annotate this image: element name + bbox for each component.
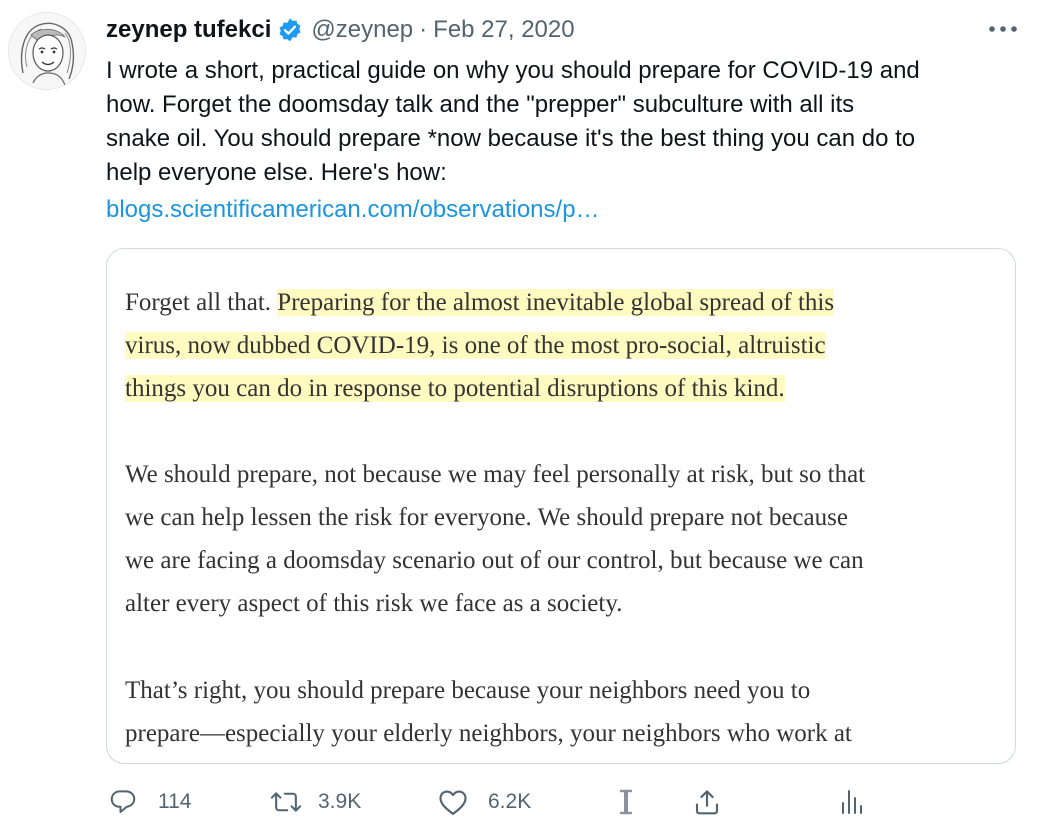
share-icon (692, 787, 722, 817)
retweet-button[interactable]: 3.9K (270, 782, 361, 822)
more-options-icon[interactable] (983, 14, 1023, 44)
share-button[interactable] (692, 782, 722, 822)
article-line: Forget all that. Preparing for the almos… (125, 281, 1005, 324)
heart-icon (438, 788, 468, 816)
reply-icon (108, 787, 138, 817)
article-line: prepare—especially your elderly neighbor… (125, 720, 852, 747)
retweet-count: 3.9K (318, 790, 362, 813)
article-line: We should prepare, not because we may fe… (125, 461, 866, 488)
separator-dot: · (419, 16, 428, 43)
analytics-icon (840, 787, 864, 817)
highlighted-text: Preparing for the almost inevitable glob… (277, 289, 835, 316)
article-paragraph-1: Forget all that. Preparing for the almos… (125, 281, 1005, 410)
reply-button[interactable]: 114 (108, 782, 191, 822)
highlighted-text: virus, now dubbed COVID-19, is one of th… (125, 332, 826, 359)
avatar[interactable] (8, 12, 86, 90)
retweet-icon (270, 787, 302, 817)
tweet-text-line: how. Forget the doomsday talk and the "p… (106, 91, 855, 118)
highlighted-text: things you can do in response to potenti… (125, 375, 785, 402)
author-handle[interactable]: @zeynep (311, 16, 413, 44)
tweet-text-line: snake oil. You should prepare *now becau… (106, 125, 916, 152)
article-paragraph-3: That’s right, you should prepare because… (125, 669, 1005, 755)
tweet-header: zeynep tufekci @zeynep · Feb 27, 2020 (106, 14, 575, 46)
reply-count: 114 (158, 790, 192, 813)
tweet[interactable]: zeynep tufekci @zeynep · Feb 27, 2020 I … (0, 0, 1063, 838)
article-line: things you can do in response to potenti… (125, 367, 1005, 410)
instapaper-icon (618, 787, 634, 817)
instapaper-button[interactable] (618, 782, 634, 822)
tweet-text: I wrote a short, practical guide on why … (106, 54, 1026, 190)
avatar-sketch-icon (9, 13, 85, 89)
article-paragraph-2: We should prepare, not because we may fe… (125, 453, 1005, 625)
tweet-text-line: help everyone else. Here's how: (106, 159, 447, 186)
quoted-article-screenshot[interactable]: Forget all that. Preparing for the almos… (106, 248, 1016, 764)
like-count: 6.2K (488, 790, 532, 813)
article-line: That’s right, you should prepare because… (125, 677, 811, 704)
article-line: virus, now dubbed COVID-19, is one of th… (125, 324, 1005, 367)
like-button[interactable]: 6.2K (438, 782, 531, 822)
verified-badge-icon (277, 17, 303, 43)
tweet-date[interactable]: Feb 27, 2020 (433, 16, 574, 44)
analytics-button[interactable] (840, 782, 864, 822)
article-line: we are facing a doomsday scenario out of… (125, 547, 864, 574)
article-line: alter every aspect of this risk we face … (125, 590, 623, 617)
article-link[interactable]: blogs.scientificamerican.com/observation… (106, 193, 600, 227)
author-name[interactable]: zeynep tufekci (106, 16, 271, 44)
article-intro-text: Forget all that. (125, 289, 278, 316)
tweet-text-line: I wrote a short, practical guide on why … (106, 57, 920, 84)
tweet-actions: 114 3.9K 6.2K (106, 782, 1026, 822)
article-line: we can help lessen the risk for everyone… (125, 504, 848, 531)
